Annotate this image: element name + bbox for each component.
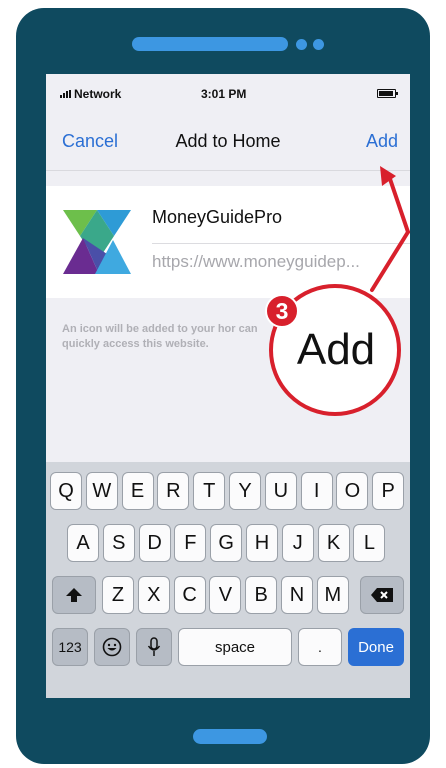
backspace-icon [371, 588, 393, 602]
add-button[interactable]: Add [366, 131, 398, 152]
key-x[interactable]: X [137, 576, 170, 614]
key-t[interactable]: T [193, 472, 226, 510]
key-f[interactable]: F [174, 524, 207, 562]
key-z[interactable]: Z [102, 576, 134, 614]
key-y[interactable]: Y [229, 472, 261, 510]
phone-camera-dot [313, 39, 324, 50]
phone-speaker [132, 37, 288, 51]
key-k[interactable]: K [317, 524, 350, 562]
key-w[interactable]: W [85, 472, 118, 510]
space-key[interactable]: space [178, 628, 292, 666]
key-e[interactable]: E [121, 472, 154, 510]
key-v[interactable]: V [209, 576, 242, 614]
key-i[interactable]: I [300, 472, 333, 510]
done-button[interactable]: Done [348, 628, 404, 666]
microphone-icon [147, 637, 161, 656]
keyboard: QWERTYUIOP ASDFGHJKL ZXCVBNM 123 space .… [46, 462, 410, 698]
key-m[interactable]: M [316, 576, 349, 614]
key-s[interactable]: S [102, 524, 135, 562]
step-number: 3 [275, 298, 289, 324]
carrier-indicator: Network [60, 87, 121, 101]
phone-sensor-dot [296, 39, 307, 50]
status-bar: Network 3:01 PM [46, 74, 410, 114]
key-d[interactable]: D [138, 524, 171, 562]
nav-bar: Cancel Add to Home Add [46, 114, 410, 171]
key-n[interactable]: N [281, 576, 313, 614]
key-j[interactable]: J [281, 524, 314, 562]
emoji-icon [102, 637, 122, 657]
key-g[interactable]: G [210, 524, 243, 562]
delete-key[interactable] [360, 576, 404, 614]
key-r[interactable]: R [157, 472, 190, 510]
key-u[interactable]: U [264, 472, 297, 510]
divider [152, 243, 410, 244]
phone-home-button[interactable] [193, 729, 267, 744]
key-p[interactable]: P [372, 472, 405, 510]
info-text: An icon will be added to your hor can qu… [62, 323, 258, 350]
key-l[interactable]: L [353, 524, 386, 562]
site-url: https://www.moneyguidep... [152, 252, 360, 271]
key-c[interactable]: C [173, 576, 206, 614]
key-b[interactable]: B [245, 576, 278, 614]
site-name-field[interactable]: MoneyGuidePro [152, 207, 282, 228]
shift-key[interactable] [52, 576, 96, 614]
key-h[interactable]: H [246, 524, 278, 562]
shift-arrow-icon [66, 588, 82, 602]
site-card: MoneyGuidePro https://www.moneyguidep... [46, 186, 410, 298]
status-time: 3:01 PM [201, 87, 247, 101]
callout-add-label: Add [296, 325, 376, 374]
emoji-key[interactable] [94, 628, 130, 666]
period-key[interactable]: . [298, 628, 342, 666]
phone-screen: Network 3:01 PM Cancel Add to Home Add M… [46, 74, 410, 698]
key-a[interactable]: A [67, 524, 99, 562]
key-o[interactable]: O [336, 472, 369, 510]
key-q[interactable]: Q [50, 472, 82, 510]
carrier-name: Network [74, 87, 122, 101]
dictation-key[interactable] [136, 628, 172, 666]
moneyguidepro-logo-icon [63, 210, 131, 274]
page-title: Add to Home [175, 131, 281, 151]
signal-icon [60, 90, 71, 98]
numbers-key[interactable]: 123 [52, 628, 88, 666]
battery-icon [377, 89, 398, 98]
